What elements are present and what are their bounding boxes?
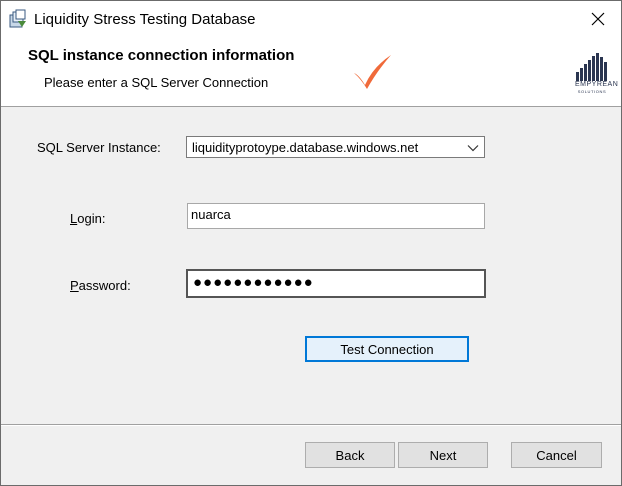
page-title: SQL instance connection information bbox=[28, 47, 295, 64]
checkmark-icon bbox=[354, 55, 391, 89]
logo-text: EMPYREAN bbox=[575, 81, 619, 88]
window-title: Liquidity Stress Testing Database bbox=[34, 11, 256, 28]
back-button[interactable]: Back bbox=[305, 442, 395, 468]
logo-bars-icon bbox=[576, 53, 607, 81]
footer-divider bbox=[1, 424, 621, 426]
password-label-text: assword: bbox=[78, 278, 131, 293]
login-value: nuarca bbox=[191, 207, 231, 222]
cancel-button[interactable]: Cancel bbox=[511, 442, 602, 468]
close-button[interactable] bbox=[575, 1, 621, 36]
installer-window: Liquidity Stress Testing Database SQL in… bbox=[0, 0, 622, 486]
logo-subtext: SOLUTIONS bbox=[577, 89, 607, 94]
close-icon bbox=[591, 12, 605, 25]
installer-app-icon bbox=[9, 9, 26, 28]
login-label: Login: bbox=[70, 211, 105, 226]
sql-instance-combobox[interactable]: liquidityprotoype.database.windows.net bbox=[186, 136, 485, 158]
password-label: Password: bbox=[70, 278, 131, 293]
page-subtitle: Please enter a SQL Server Connection bbox=[44, 75, 269, 90]
login-label-text: ogin: bbox=[77, 211, 106, 226]
next-button[interactable]: Next bbox=[398, 442, 488, 468]
password-label-accelerator: P bbox=[70, 278, 79, 293]
wizard-header: SQL instance connection information Plea… bbox=[1, 36, 621, 107]
chevron-down-icon[interactable] bbox=[467, 142, 479, 154]
password-value: ●●●●●●●●●●●● bbox=[193, 274, 314, 291]
sql-instance-label: SQL Server Instance: bbox=[37, 140, 161, 155]
title-bar: Liquidity Stress Testing Database bbox=[1, 1, 621, 36]
password-input[interactable]: ●●●●●●●●●●●● bbox=[186, 269, 486, 298]
test-connection-button[interactable]: Test Connection bbox=[305, 336, 469, 362]
empyrean-logo: EMPYREAN SOLUTIONS bbox=[575, 52, 619, 94]
login-input[interactable]: nuarca bbox=[187, 203, 485, 229]
sql-instance-value: liquidityprotoype.database.windows.net bbox=[192, 140, 419, 155]
